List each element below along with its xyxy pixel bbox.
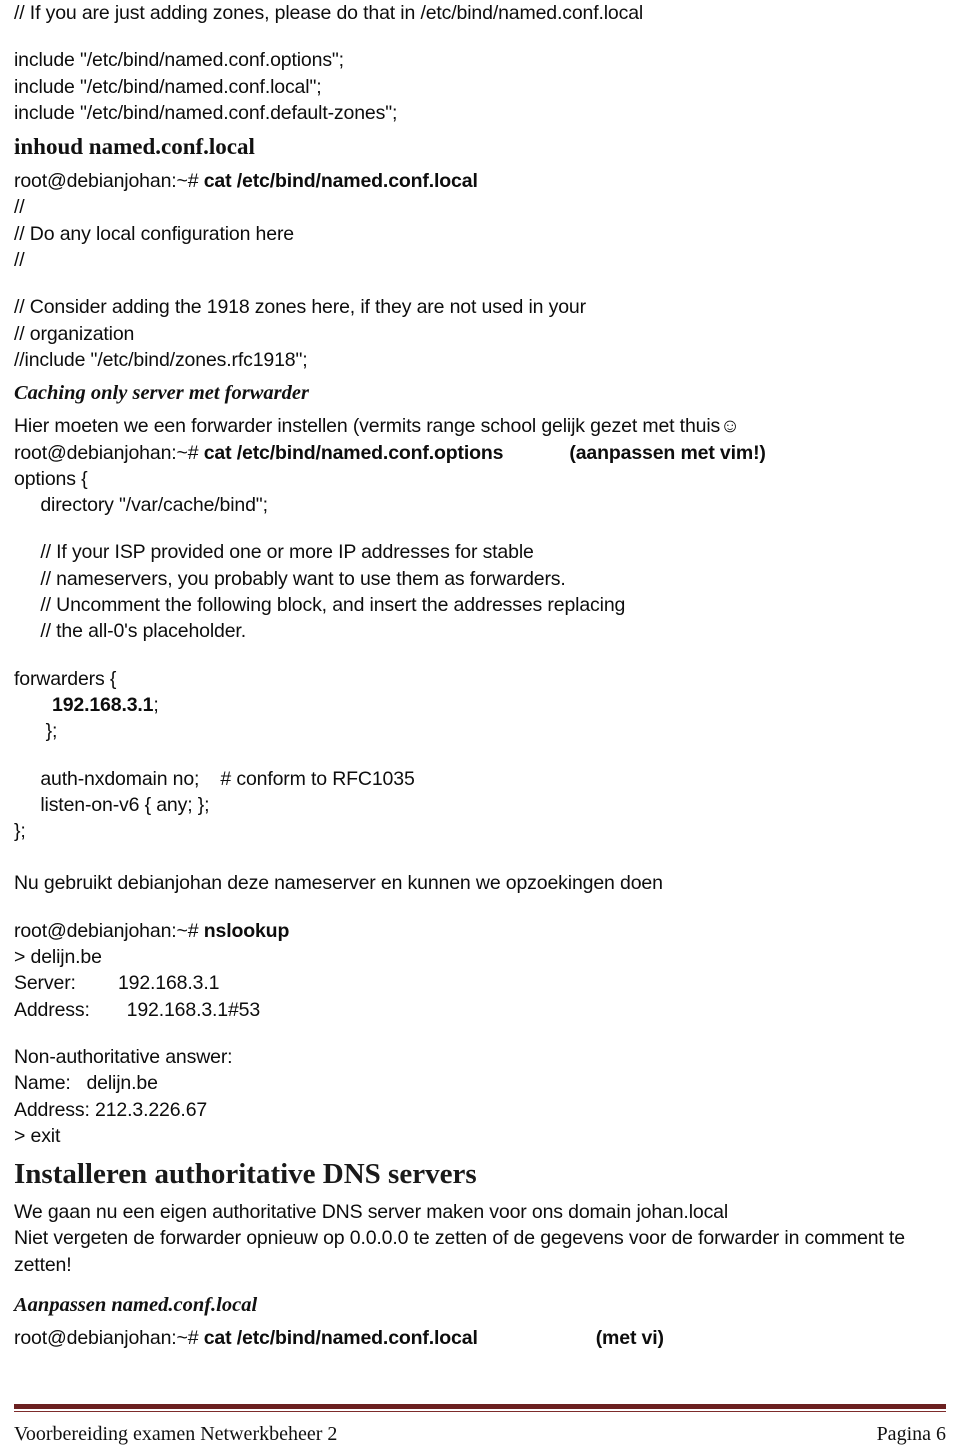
options-block-open: options { xyxy=(14,467,88,490)
shell-command: cat /etc/bind/named.conf.options xyxy=(203,441,504,464)
forwarders-block-open: forwarders { xyxy=(14,667,117,690)
shell-prompt: root@debianjohan:~# xyxy=(14,919,204,942)
nameserver-note-text: Nu gebruikt debianjohan deze nameserver … xyxy=(14,872,663,895)
include-line-options: include "/etc/bind/named.conf.options"; xyxy=(14,49,344,72)
page-footer: Voorbereiding examen Netwerkbeheer 2 Pag… xyxy=(14,1403,946,1447)
isp-comment-line: // the all-0's placeholder. xyxy=(14,620,246,643)
command-nslookup: root@debianjohan:~# nslookup xyxy=(14,918,946,944)
nslookup-server-line: Server: 192.168.3.1 xyxy=(14,972,220,995)
nslookup-address-result-line: Address: 212.3.226.67 xyxy=(14,1098,208,1121)
isp-comment-line: // If your ISP provided one or more IP a… xyxy=(14,541,534,564)
document-page: // If you are just adding zones, please … xyxy=(0,0,960,1447)
installeren-paragraph-1: We gaan nu een eigen authoritative DNS s… xyxy=(14,1201,729,1224)
nslookup-address-line: Address: 192.168.3.1#53 xyxy=(14,998,261,1021)
heading-inhoud-named-conf-local: inhoud named.conf.local xyxy=(14,134,255,160)
conf-comment-line: // organization xyxy=(14,322,135,345)
heading-aanpassen-named-conf-local: Aanpassen named.conf.local xyxy=(14,1293,258,1316)
footer-page-number: Pagina 6 xyxy=(876,1423,946,1445)
include-line-local: include "/etc/bind/named.conf.local"; xyxy=(14,75,322,98)
command-note: (aanpassen met vim!) xyxy=(569,441,766,464)
intro-comment-line: // If you are just adding zones, please … xyxy=(14,2,644,24)
options-directory-line: directory "/var/cache/bind"; xyxy=(14,494,268,517)
auth-nxdomain-line: auth-nxdomain no; # conform to RFC1035 xyxy=(14,767,415,790)
shell-prompt: root@debianjohan:~# xyxy=(14,1326,204,1349)
options-block-close: }; xyxy=(14,820,26,843)
nslookup-exit-line: > exit xyxy=(14,1124,61,1147)
command-cat-named-conf-local-2: root@debianjohan:~# cat /etc/bind/named.… xyxy=(14,1325,946,1351)
conf-include-rfc1918-line: //include "/etc/bind/zones.rfc1918"; xyxy=(14,348,308,371)
heading-caching-only-server: Caching only server met forwarder xyxy=(14,382,309,405)
command-cat-named-conf-local: root@debianjohan:~# cat /etc/bind/named.… xyxy=(14,168,946,194)
nslookup-answer-header: Non-authoritative answer: xyxy=(14,1045,233,1068)
shell-command: cat /etc/bind/named.conf.local xyxy=(203,170,478,193)
heading-installeren-authoritative-dns-servers: Installeren authoritative DNS servers xyxy=(14,1158,477,1191)
nslookup-name-line: Name: delijn.be xyxy=(14,1072,158,1095)
shell-prompt: root@debianjohan:~# xyxy=(14,170,204,193)
include-line-default-zones: include "/etc/bind/named.conf.default-zo… xyxy=(14,101,398,124)
conf-comment-line: // xyxy=(14,249,25,272)
listen-on-v6-line: listen-on-v6 { any; }; xyxy=(14,793,210,816)
conf-comment-line: // xyxy=(14,196,25,219)
footer-row: Voorbereiding examen Netwerkbeheer 2 Pag… xyxy=(14,1412,946,1447)
conf-comment-line: // Consider adding the 1918 zones here, … xyxy=(14,296,586,319)
shell-command: cat /etc/bind/named.conf.local xyxy=(203,1326,478,1349)
forwarder-ip-semicolon: ; xyxy=(153,693,159,716)
shell-prompt: root@debianjohan:~# xyxy=(14,441,204,464)
forwarder-ip-value: 192.168.3.1 xyxy=(52,693,154,716)
conf-comment-line: // Do any local configuration here xyxy=(14,222,294,245)
installeren-paragraph-2: Niet vergeten de forwarder opnieuw op 0.… xyxy=(14,1227,905,1276)
forwarder-ip-line: 192.168.3.1; xyxy=(14,692,946,718)
caching-intro-text: Hier moeten we een forwarder instellen (… xyxy=(14,415,740,438)
nslookup-query-line: > delijn.be xyxy=(14,946,102,969)
shell-command: nslookup xyxy=(203,919,290,942)
command-note: (met vi) xyxy=(595,1326,664,1349)
footer-title: Voorbereiding examen Netwerkbeheer 2 xyxy=(14,1423,338,1445)
isp-comment-line: // Uncomment the following block, and in… xyxy=(14,594,626,617)
isp-comment-line: // nameservers, you probably want to use… xyxy=(14,567,566,590)
forwarders-block-close: }; xyxy=(14,720,58,743)
command-cat-named-conf-options: root@debianjohan:~# cat /etc/bind/named.… xyxy=(14,440,946,466)
